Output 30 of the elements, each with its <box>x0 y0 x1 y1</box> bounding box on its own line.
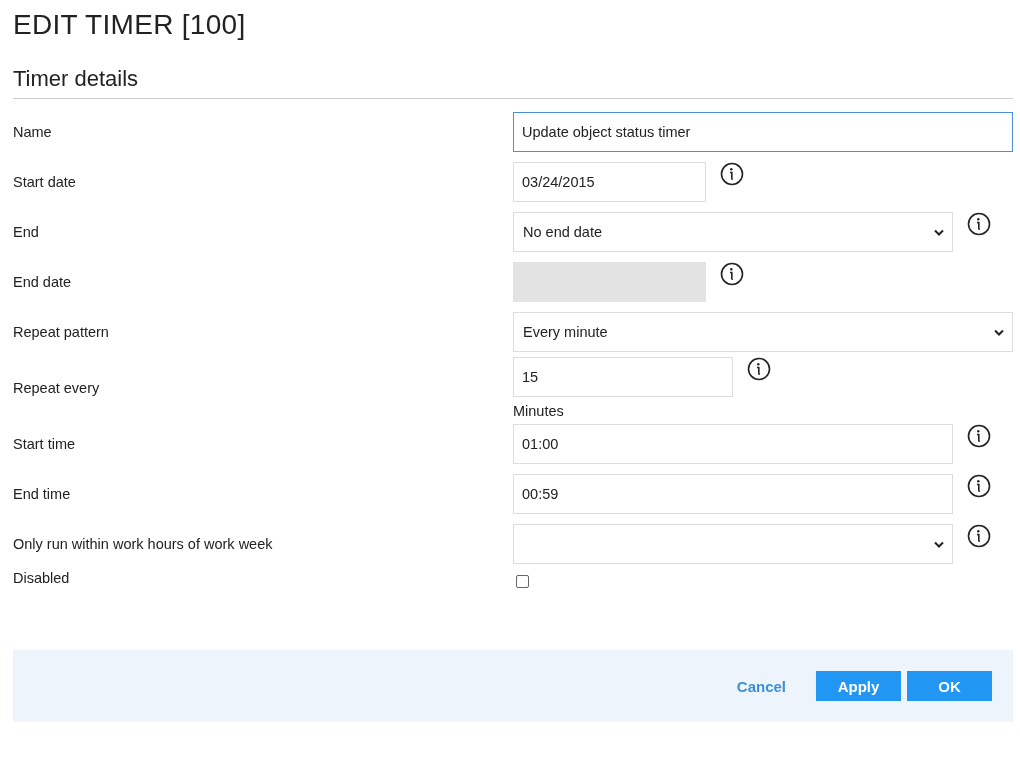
field-label: Repeat every <box>13 380 101 396</box>
field-label: Only run within work hours of work week <box>13 536 274 552</box>
dropdown[interactable]: No end date <box>513 212 953 252</box>
info-icon[interactable] <box>967 212 991 236</box>
unit-label: Minutes <box>513 403 565 419</box>
section-title: Timer details <box>13 66 139 92</box>
info-icon[interactable] <box>747 357 771 381</box>
info-icon[interactable] <box>967 524 991 548</box>
field-label: End time <box>13 486 72 502</box>
field-label: Disabled <box>13 570 71 586</box>
input-field[interactable]: 03/24/2015 <box>513 162 706 202</box>
info-icon[interactable] <box>720 162 744 186</box>
field-label: Start date <box>13 174 77 190</box>
checkbox[interactable] <box>516 575 529 588</box>
chevron-down-icon <box>934 540 944 548</box>
field-label: Start time <box>13 436 77 452</box>
input-field[interactable]: 01:00 <box>513 424 953 464</box>
info-icon[interactable] <box>967 474 991 498</box>
input-field[interactable]: 00:59 <box>513 474 953 514</box>
input-field[interactable]: Update object status timer <box>513 112 1013 152</box>
field-label: End <box>13 224 40 240</box>
chevron-down-icon <box>934 228 944 236</box>
info-icon[interactable] <box>967 424 991 448</box>
field-label: End date <box>13 274 73 290</box>
field-label: Name <box>13 124 53 140</box>
chevron-down-icon <box>994 328 1004 336</box>
field-label: Repeat pattern <box>13 324 110 340</box>
page-title: EDIT TIMER [100] <box>13 8 246 42</box>
dropdown[interactable]: Every minute <box>513 312 1013 352</box>
input-field[interactable]: 15 <box>513 357 733 397</box>
